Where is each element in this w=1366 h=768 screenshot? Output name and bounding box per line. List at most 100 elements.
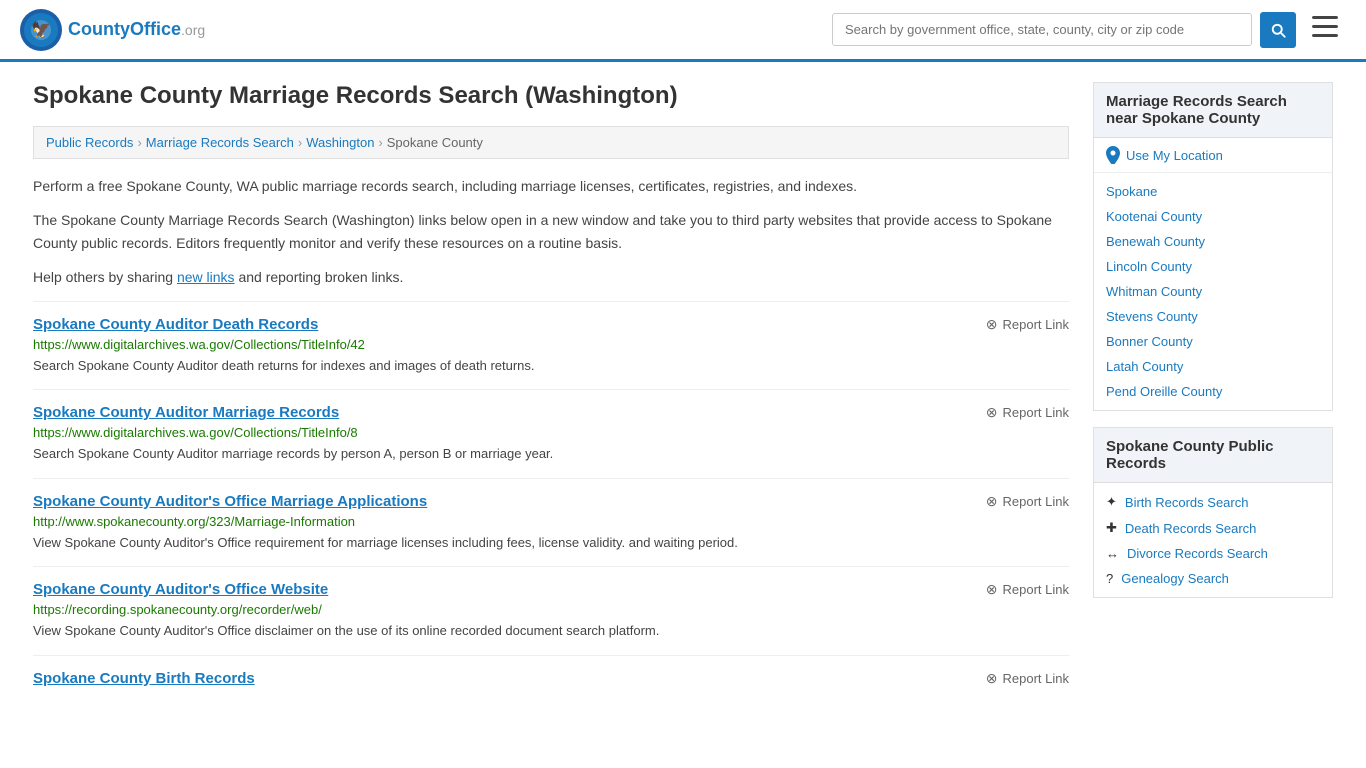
breadcrumb-sep-2: › (298, 135, 302, 150)
site-header: 🦅 CountyOffice.org (0, 0, 1366, 62)
report-link-3[interactable]: ⊗ Report Link (986, 581, 1069, 598)
result-url-3: https://recording.spokanecounty.org/reco… (33, 602, 1069, 617)
nearby-list-item[interactable]: Lincoln County (1094, 254, 1332, 279)
location-pin-icon (1106, 146, 1120, 164)
public-records-link-1[interactable]: Death Records Search (1125, 521, 1257, 536)
page-title: Spokane County Marriage Records Search (… (33, 82, 1069, 110)
result-item: Spokane County Auditor Marriage Records … (33, 389, 1069, 478)
public-records-link-2[interactable]: Divorce Records Search (1127, 546, 1268, 561)
result-url-0: https://www.digitalarchives.wa.gov/Colle… (33, 337, 1069, 352)
new-links-link[interactable]: new links (177, 269, 235, 285)
result-desc-0: Search Spokane County Auditor death retu… (33, 356, 1069, 376)
results-list: Spokane County Auditor Death Records ⊗ R… (33, 301, 1069, 705)
result-item: Spokane County Birth Records ⊗ Report Li… (33, 655, 1069, 705)
nearby-list-item[interactable]: Stevens County (1094, 304, 1332, 329)
search-icon (1269, 21, 1287, 39)
logo-area[interactable]: 🦅 CountyOffice.org (20, 9, 205, 51)
public-records-icon-3: ? (1106, 571, 1113, 586)
report-label-2: Report Link (1003, 494, 1069, 509)
nearby-link-7[interactable]: Latah County (1106, 359, 1183, 374)
desc3-post: and reporting broken links. (235, 269, 404, 285)
breadcrumb-washington[interactable]: Washington (306, 135, 374, 150)
report-label-1: Report Link (1003, 405, 1069, 420)
nearby-link-0[interactable]: Spokane (1106, 184, 1157, 199)
result-header-2: Spokane County Auditor's Office Marriage… (33, 493, 1069, 510)
nearby-link-2[interactable]: Benewah County (1106, 234, 1205, 249)
nearby-link-6[interactable]: Bonner County (1106, 334, 1193, 349)
use-my-location-link[interactable]: Use My Location (1126, 148, 1223, 163)
main-layout: Spokane County Marriage Records Search (… (13, 62, 1353, 705)
public-records-section-header: Spokane County Public Records (1094, 428, 1332, 483)
breadcrumb: Public Records › Marriage Records Search… (33, 126, 1069, 159)
report-label-4: Report Link (1003, 671, 1069, 686)
result-item: Spokane County Auditor's Office Website … (33, 566, 1069, 655)
result-url-1: https://www.digitalarchives.wa.gov/Colle… (33, 425, 1069, 440)
breadcrumb-marriage-records[interactable]: Marriage Records Search (146, 135, 294, 150)
search-input[interactable] (832, 13, 1252, 46)
public-records-icon-2: ↔ (1106, 546, 1119, 561)
nearby-list-item[interactable]: Pend Oreille County (1094, 379, 1332, 404)
nearby-list-item[interactable]: Whitman County (1094, 279, 1332, 304)
nearby-link-1[interactable]: Kootenai County (1106, 209, 1202, 224)
result-item: Spokane County Auditor's Office Marriage… (33, 478, 1069, 567)
use-location-row[interactable]: Use My Location (1094, 138, 1332, 173)
report-icon-3: ⊗ (986, 581, 998, 598)
description-2: The Spokane County Marriage Records Sear… (33, 209, 1069, 254)
result-desc-2: View Spokane County Auditor's Office req… (33, 533, 1069, 553)
report-label-0: Report Link (1003, 317, 1069, 332)
result-desc-3: View Spokane County Auditor's Office dis… (33, 621, 1069, 641)
logo-icon: 🦅 (20, 9, 62, 51)
public-records-list-item[interactable]: ↔ Divorce Records Search (1094, 541, 1332, 566)
public-records-link-0[interactable]: Birth Records Search (1125, 495, 1249, 510)
desc3-pre: Help others by sharing (33, 269, 177, 285)
result-title-4[interactable]: Spokane County Birth Records (33, 670, 255, 687)
nearby-link-3[interactable]: Lincoln County (1106, 259, 1192, 274)
logo-text: CountyOffice.org (68, 19, 205, 40)
report-link-1[interactable]: ⊗ Report Link (986, 404, 1069, 421)
description-3: Help others by sharing new links and rep… (33, 266, 1069, 288)
report-icon-4: ⊗ (986, 670, 998, 687)
result-item: Spokane County Auditor Death Records ⊗ R… (33, 301, 1069, 390)
nearby-section: Marriage Records Search near Spokane Cou… (1093, 82, 1333, 411)
public-records-list-item[interactable]: ✚ Death Records Search (1094, 515, 1332, 541)
search-button[interactable] (1260, 12, 1296, 48)
public-records-icon-0: ✦ (1106, 494, 1117, 510)
breadcrumb-sep-3: › (378, 135, 382, 150)
breadcrumb-sep-1: › (137, 135, 141, 150)
nearby-links-list: Spokane Kootenai County Benewah County Linc… (1094, 173, 1332, 410)
report-link-0[interactable]: ⊗ Report Link (986, 316, 1069, 333)
nearby-list-item[interactable]: Bonner County (1094, 329, 1332, 354)
result-header-0: Spokane County Auditor Death Records ⊗ R… (33, 316, 1069, 333)
report-icon-0: ⊗ (986, 316, 998, 333)
public-records-icon-1: ✚ (1106, 520, 1117, 536)
logo-brand: CountyOffice.org (68, 19, 205, 39)
result-title-1[interactable]: Spokane County Auditor Marriage Records (33, 404, 339, 421)
nearby-list-item[interactable]: Spokane (1094, 179, 1332, 204)
public-records-section: Spokane County Public Records ✦ Birth Rec… (1093, 427, 1333, 598)
result-title-0[interactable]: Spokane County Auditor Death Records (33, 316, 318, 333)
nearby-link-8[interactable]: Pend Oreille County (1106, 384, 1222, 399)
breadcrumb-public-records[interactable]: Public Records (46, 135, 133, 150)
menu-button[interactable] (1304, 12, 1346, 48)
svg-text:🦅: 🦅 (31, 20, 51, 39)
public-records-list: ✦ Birth Records Search ✚ Death Records Sear… (1094, 483, 1332, 597)
public-records-list-item[interactable]: ✦ Birth Records Search (1094, 489, 1332, 515)
nearby-list-item[interactable]: Latah County (1094, 354, 1332, 379)
result-header-3: Spokane County Auditor's Office Website … (33, 581, 1069, 598)
result-title-3[interactable]: Spokane County Auditor's Office Website (33, 581, 328, 598)
report-link-2[interactable]: ⊗ Report Link (986, 493, 1069, 510)
public-records-link-3[interactable]: Genealogy Search (1121, 571, 1229, 586)
search-area (832, 12, 1346, 48)
result-title-2[interactable]: Spokane County Auditor's Office Marriage… (33, 493, 427, 510)
result-header-4: Spokane County Birth Records ⊗ Report Li… (33, 670, 1069, 687)
breadcrumb-current: Spokane County (387, 135, 483, 150)
main-content: Spokane County Marriage Records Search (… (33, 82, 1069, 705)
report-label-3: Report Link (1003, 582, 1069, 597)
public-records-list-item[interactable]: ? Genealogy Search (1094, 566, 1332, 591)
report-icon-1: ⊗ (986, 404, 998, 421)
nearby-link-4[interactable]: Whitman County (1106, 284, 1202, 299)
nearby-list-item[interactable]: Benewah County (1094, 229, 1332, 254)
report-link-4[interactable]: ⊗ Report Link (986, 670, 1069, 687)
nearby-link-5[interactable]: Stevens County (1106, 309, 1198, 324)
nearby-list-item[interactable]: Kootenai County (1094, 204, 1332, 229)
